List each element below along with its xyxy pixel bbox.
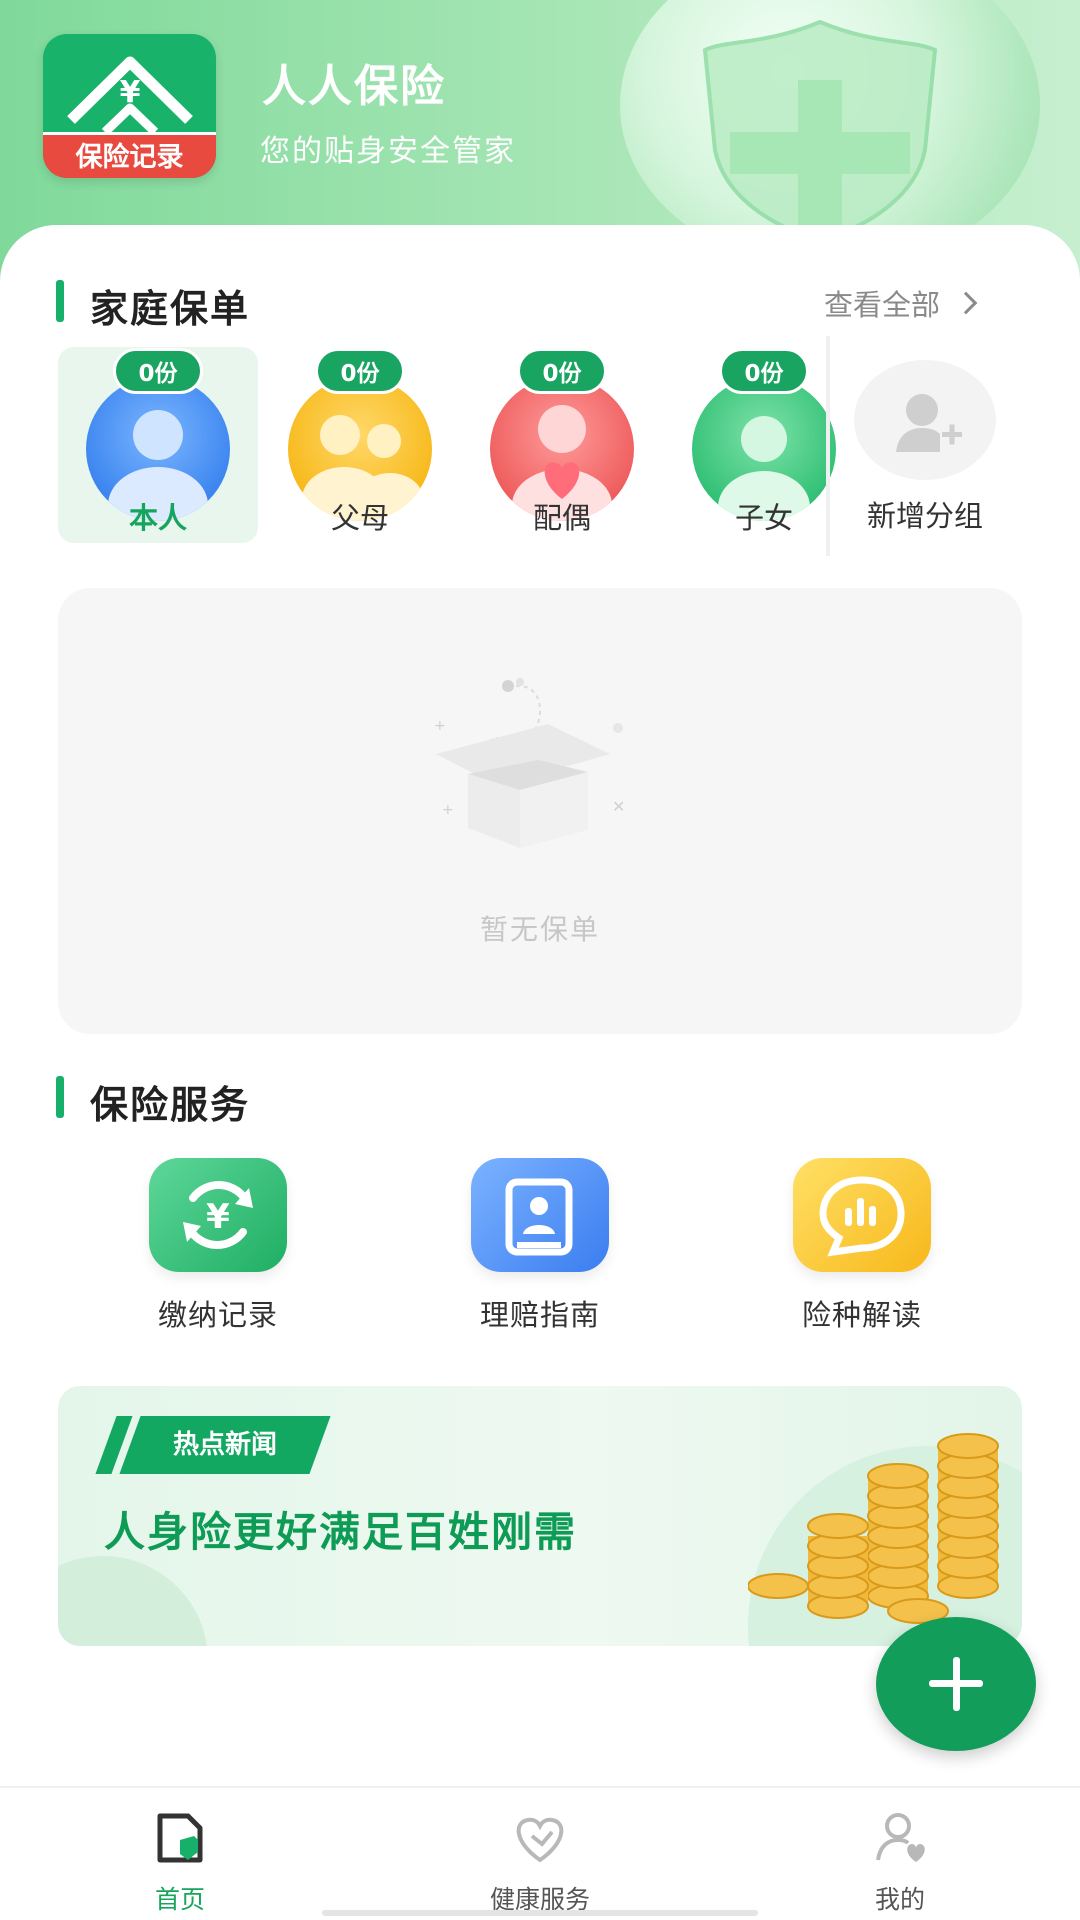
tag-badge: 热点新闻 [119, 1416, 331, 1474]
group-parents[interactable]: 0份 父母 [260, 347, 460, 543]
add-policy-fab[interactable] [876, 1617, 1036, 1751]
home-icon [150, 1810, 210, 1866]
banner-decoration [58, 1556, 208, 1646]
nav-home[interactable]: 首页 [70, 1810, 290, 1916]
app-logo: ¥ 保险记录 [43, 34, 216, 178]
group-self[interactable]: 0份 本人 [58, 347, 258, 543]
service-label: 险种解读 [801, 1298, 922, 1332]
payment-record-icon: ¥ [149, 1158, 287, 1272]
news-headline: 人身险更好满足百姓刚需 [104, 1508, 577, 1556]
svg-text:+: + [442, 802, 454, 818]
insurance-explain-icon [793, 1158, 931, 1272]
shield-icon [702, 19, 938, 240]
policy-count-badge: 0份 [517, 348, 607, 394]
gold-coins-icon [748, 1433, 999, 1624]
add-group-button[interactable]: 新增分组 [850, 360, 1000, 540]
insurance-services-title: 保险服务 [90, 1083, 251, 1127]
bottom-nav: 首页 健康服务 我的 [0, 1786, 1080, 1920]
news-banner[interactable]: 热点新闻 人身险更好满足百姓刚需 [58, 1386, 1022, 1646]
group-spouse[interactable]: 0份 配偶 [462, 347, 662, 543]
user-icon [870, 1810, 930, 1866]
group-label: 配偶 [532, 501, 591, 535]
policy-count-badge: 0份 [113, 348, 203, 394]
view-all-label: 查看全部 [824, 288, 941, 322]
add-user-icon [854, 360, 996, 480]
chevron-right-icon [954, 291, 978, 315]
nav-health-service[interactable]: 健康服务 [430, 1810, 650, 1916]
svg-text:¥: ¥ [206, 1197, 230, 1237]
group-children[interactable]: 0份 子女 [664, 347, 864, 543]
logo-text: 保险记录 [43, 132, 216, 178]
service-label: 理赔指南 [479, 1298, 600, 1332]
plus-icon-vertical [953, 1657, 960, 1711]
nav-label: 首页 [154, 1885, 205, 1914]
svg-text:✕: ✕ [612, 797, 625, 816]
group-label: 本人 [128, 501, 187, 535]
section-accent-bar [56, 1076, 64, 1118]
policy-count-badge: 0份 [315, 348, 405, 394]
section-accent-bar [56, 280, 64, 322]
heart-icon [510, 1810, 570, 1866]
group-divider [826, 336, 830, 556]
app-subtitle: 您的贴身安全管家 [260, 134, 516, 169]
service-label: 缴纳记录 [157, 1298, 278, 1332]
empty-state-text: 暂无保单 [479, 913, 600, 946]
family-policy-title: 家庭保单 [90, 287, 251, 331]
service-payment-record[interactable]: ¥ 缴纳记录 [118, 1158, 318, 1334]
policy-empty-state: + + ✕ 暂无保单 [58, 588, 1022, 1034]
service-claim-guide[interactable]: 理赔指南 [440, 1158, 640, 1334]
nav-label: 我的 [874, 1885, 925, 1914]
app-title: 人人保险 [262, 61, 446, 112]
svg-text:¥: ¥ [120, 75, 141, 110]
add-group-label: 新增分组 [866, 499, 983, 533]
nav-mine[interactable]: 我的 [790, 1810, 1010, 1916]
empty-box-icon: + + ✕ [434, 678, 625, 848]
tag-label: 热点新闻 [172, 1430, 277, 1460]
claim-guide-icon [471, 1158, 609, 1272]
group-label: 父母 [330, 501, 389, 535]
group-label: 子女 [734, 501, 793, 535]
service-insurance-explain[interactable]: 险种解读 [762, 1158, 962, 1334]
home-indicator [322, 1910, 758, 1916]
policy-count-badge: 0份 [719, 348, 809, 394]
view-all-link[interactable]: 查看全部 [824, 282, 978, 324]
svg-text:+: + [434, 718, 446, 734]
yuan-house-icon: ¥ [67, 56, 193, 136]
